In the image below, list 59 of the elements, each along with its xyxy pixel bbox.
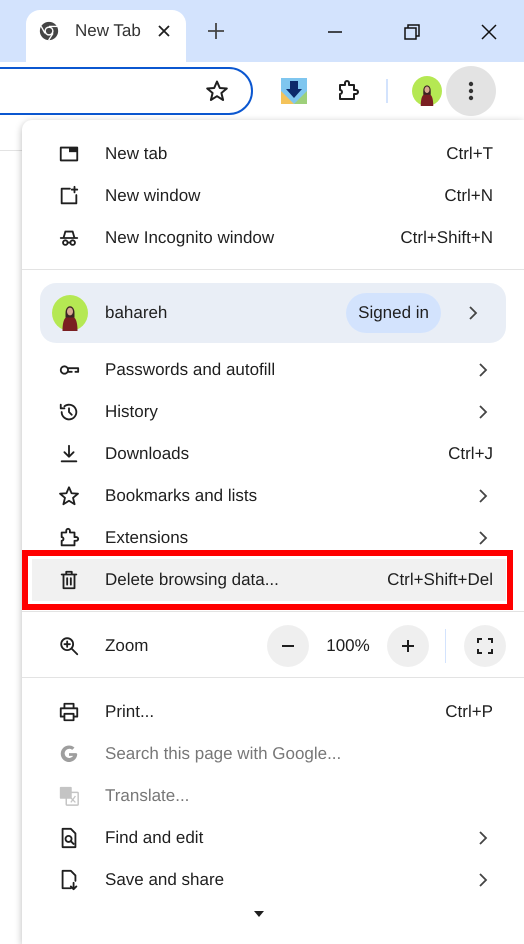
new-window-icon xyxy=(58,185,80,207)
menu-item[interactable]: Find and edit xyxy=(22,817,524,859)
restore-icon[interactable] xyxy=(404,24,420,40)
chrome-logo-icon xyxy=(39,21,59,41)
download-icon xyxy=(58,443,80,465)
shortcut-text: Ctrl+N xyxy=(444,186,493,206)
zoom-label: Zoom xyxy=(105,636,148,656)
menu-item[interactable]: Passwords and autofill xyxy=(22,349,524,391)
plus-icon xyxy=(401,639,415,653)
shortcut-text: Ctrl+Shift+Del xyxy=(387,570,493,590)
caret-down-icon[interactable] xyxy=(254,911,264,917)
profile-row[interactable]: bahareh Signed in xyxy=(40,283,506,343)
puzzle-icon xyxy=(58,527,80,549)
translate-icon xyxy=(58,785,80,807)
menu-item[interactable]: History xyxy=(22,391,524,433)
chevron-right-icon xyxy=(478,873,488,887)
address-bar[interactable] xyxy=(0,67,253,115)
menu-icon xyxy=(468,81,474,101)
chevron-right-icon xyxy=(478,489,488,503)
zoom-in-button[interactable] xyxy=(387,625,429,667)
menu-item[interactable]: Delete browsing data... Ctrl+Shift+Del xyxy=(32,559,506,601)
menu-item[interactable]: Extensions xyxy=(22,517,524,559)
puzzle-icon[interactable] xyxy=(336,79,360,103)
chevron-right-icon xyxy=(478,831,488,845)
avatar-icon[interactable] xyxy=(412,76,442,106)
signed-in-badge: Signed in xyxy=(346,293,441,333)
shortcut-text: Ctrl+J xyxy=(448,444,493,464)
star-icon xyxy=(58,485,80,507)
history-icon xyxy=(58,401,80,423)
chevron-right-icon xyxy=(478,405,488,419)
tab-title: New Tab xyxy=(75,21,141,41)
chevron-right-icon xyxy=(478,531,488,545)
shortcut-text: Ctrl+P xyxy=(445,702,493,722)
download-extension-icon[interactable] xyxy=(281,78,307,104)
shortcut-text: Ctrl+Shift+N xyxy=(400,228,493,248)
fullscreen-icon xyxy=(476,637,494,655)
chevron-right-icon xyxy=(468,306,478,320)
trash-icon xyxy=(58,569,80,591)
menu-item[interactable]: Bookmarks and lists xyxy=(22,475,524,517)
new-tab-icon[interactable] xyxy=(207,22,225,40)
menu-item[interactable]: Downloads Ctrl+J xyxy=(22,433,524,475)
star-icon[interactable] xyxy=(205,79,229,103)
zoom-in-icon xyxy=(58,635,80,657)
close-icon[interactable] xyxy=(481,24,497,40)
menu-item[interactable]: New Incognito window Ctrl+Shift+N xyxy=(22,217,524,259)
browser-tab[interactable]: New Tab xyxy=(26,10,186,62)
zoom-level: 100% xyxy=(325,636,371,656)
shortcut-text: Ctrl+T xyxy=(446,144,493,164)
menu-item[interactable]: New tab Ctrl+T xyxy=(22,133,524,175)
menu-item[interactable]: New window Ctrl+N xyxy=(22,175,524,217)
fullscreen-button[interactable] xyxy=(464,625,506,667)
chevron-right-icon xyxy=(478,363,488,377)
close-icon[interactable] xyxy=(157,24,171,38)
profile-name: bahareh xyxy=(105,303,168,323)
letter-g-icon xyxy=(58,743,80,765)
menu-item[interactable]: Print... Ctrl+P xyxy=(22,691,524,733)
printer-icon xyxy=(58,701,80,723)
avatar-icon xyxy=(52,295,88,331)
menu-item[interactable]: Save and share xyxy=(22,859,524,901)
